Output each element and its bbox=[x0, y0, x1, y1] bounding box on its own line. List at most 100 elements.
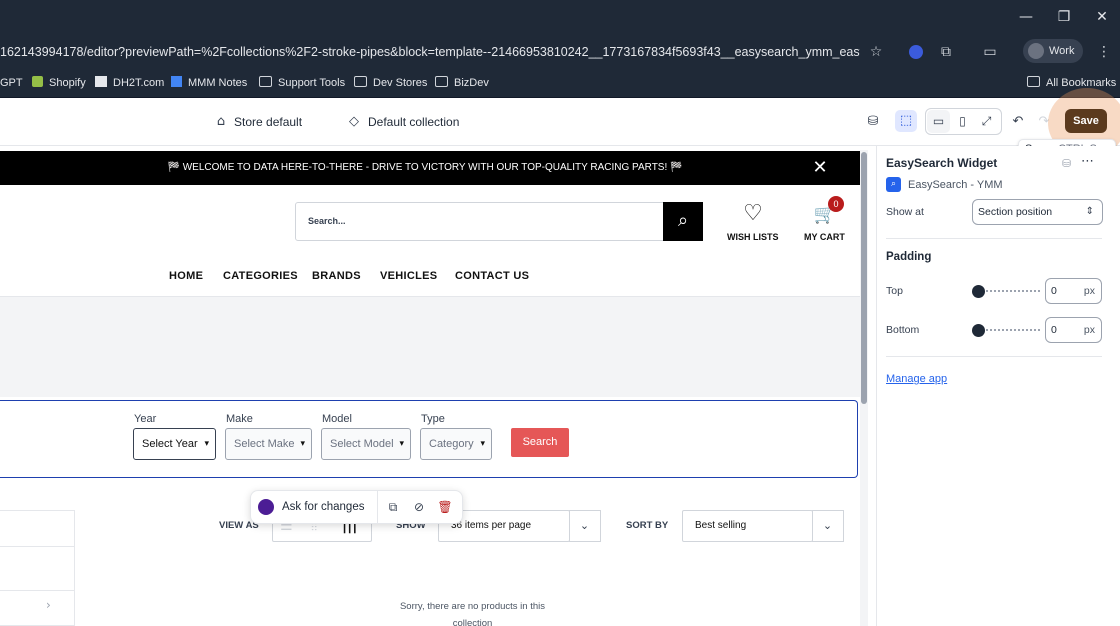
mobile-icon[interactable]: ▯ bbox=[951, 110, 974, 133]
type-label: Type bbox=[421, 413, 445, 425]
show-at-label: Show at bbox=[886, 206, 924, 218]
nav-home[interactable]: HOME bbox=[169, 270, 203, 282]
show-at-select[interactable]: Section position ⇕ bbox=[972, 199, 1103, 225]
docs-icon bbox=[171, 76, 182, 87]
save-button[interactable]: Save bbox=[1065, 109, 1107, 133]
nav-vehicles[interactable]: VEHICLES bbox=[380, 270, 437, 282]
collection-banner bbox=[0, 297, 860, 397]
chevron-down-icon[interactable]: ⌄ bbox=[812, 510, 844, 542]
chevron-down-icon[interactable]: ⌄ bbox=[569, 510, 601, 542]
type-select[interactable]: Category ▾ bbox=[420, 428, 492, 460]
year-label: Year bbox=[134, 413, 157, 425]
minimize-icon[interactable]: — bbox=[1016, 8, 1036, 26]
close-announcement-icon[interactable]: ✕ bbox=[808, 156, 832, 180]
divider bbox=[377, 490, 378, 524]
announcement-bar: 🏁 WELCOME TO DATA HERE-TO-THERE - DRIVE … bbox=[0, 151, 860, 185]
star-icon[interactable]: ☆ bbox=[866, 42, 886, 62]
sort-select[interactable]: Best selling bbox=[682, 510, 813, 542]
sort-by-label: SORT BY bbox=[626, 520, 669, 531]
app-name: EasySearch - YMM bbox=[908, 179, 1003, 191]
bookmark-dev-stores[interactable]: Dev Stores bbox=[354, 75, 427, 91]
chevron-updown-icon: ⇕ bbox=[1085, 206, 1094, 217]
bookmark-support-tools[interactable]: Support Tools bbox=[259, 75, 345, 91]
make-select[interactable]: Select Make ▾ bbox=[225, 428, 312, 460]
restore-icon[interactable]: ❐ bbox=[1054, 8, 1074, 26]
chevron-right-icon[interactable]: › bbox=[46, 598, 51, 612]
folder-icon bbox=[259, 76, 272, 87]
bottom-padding-slider-handle[interactable] bbox=[972, 324, 985, 337]
top-padding-slider-handle[interactable] bbox=[972, 285, 985, 298]
profile-label: Work bbox=[1049, 45, 1075, 57]
year-select[interactable]: Select Year ▾ bbox=[133, 428, 216, 460]
profile-chip[interactable]: Work bbox=[1023, 39, 1083, 63]
store-search-input[interactable]: Search... bbox=[295, 202, 665, 241]
bookmark-gpt[interactable]: GPT bbox=[0, 75, 23, 91]
heart-icon[interactable]: ♡ bbox=[738, 200, 768, 228]
chevron-down-icon: ▾ bbox=[399, 439, 404, 449]
bottom-padding-slider-track[interactable] bbox=[978, 329, 1040, 331]
cart-link[interactable]: MY CART bbox=[804, 232, 845, 242]
search-app-icon: ⌕ bbox=[886, 177, 901, 192]
puzzle-icon[interactable]: ⧉ bbox=[936, 42, 956, 62]
hide-icon[interactable]: ⊘ bbox=[410, 498, 428, 516]
chevron-down-icon: ▾ bbox=[480, 439, 485, 449]
store-selector[interactable]: Store default bbox=[234, 115, 302, 129]
tag-icon: ◇ bbox=[349, 114, 359, 129]
undo-icon[interactable]: ↶ bbox=[1008, 112, 1028, 132]
padding-heading: Padding bbox=[886, 251, 932, 263]
store-icon: ⌂ bbox=[216, 114, 226, 129]
top-padding-label: Top bbox=[886, 285, 903, 297]
more-options-icon[interactable]: ⋯ bbox=[1081, 154, 1094, 169]
bookmark-bizdev[interactable]: BizDev bbox=[435, 75, 489, 91]
ymm-search-button[interactable]: Search bbox=[511, 428, 569, 457]
folder-icon bbox=[1027, 76, 1040, 87]
wishlist-link[interactable]: WISH LISTS bbox=[727, 232, 779, 242]
bookmark-mmm-notes[interactable]: MMM Notes bbox=[171, 75, 247, 91]
divider bbox=[0, 546, 74, 547]
model-select[interactable]: Select Model ▾ bbox=[321, 428, 411, 460]
inspector-icon[interactable]: ⬚ bbox=[895, 110, 917, 132]
app-embed-icon[interactable]: ⛁ bbox=[863, 112, 883, 132]
nav-contact-us[interactable]: CONTACT US bbox=[455, 270, 529, 282]
bottom-padding-input[interactable]: 0 px bbox=[1045, 317, 1102, 343]
stack-icon[interactable]: ⛁ bbox=[1062, 157, 1071, 170]
filter-sidebar bbox=[0, 510, 75, 626]
make-label: Make bbox=[226, 413, 253, 425]
divider bbox=[886, 356, 1102, 357]
extension-icon[interactable] bbox=[906, 42, 926, 62]
search-icon[interactable]: ⌕ bbox=[663, 202, 703, 241]
avatar bbox=[1028, 43, 1044, 59]
url-field[interactable]: 162143994178/editor?previewPath=%2Fcolle… bbox=[0, 45, 860, 59]
folder-icon bbox=[354, 76, 367, 87]
close-window-icon[interactable]: ✕ bbox=[1092, 8, 1112, 26]
more-menu-icon[interactable]: ⋮ bbox=[1094, 42, 1114, 62]
empty-collection-message: Sorry, there are no products in this col… bbox=[399, 601, 546, 626]
collection-selector[interactable]: Default collection bbox=[368, 115, 459, 129]
panel-title: EasySearch Widget bbox=[886, 156, 998, 170]
desktop-icon[interactable]: ▭ bbox=[927, 110, 950, 133]
folder-icon bbox=[435, 76, 448, 87]
delete-icon[interactable]: 🗑 bbox=[436, 498, 454, 516]
scrollbar-thumb[interactable] bbox=[861, 152, 867, 404]
cast-icon[interactable]: ▭ bbox=[980, 42, 1000, 62]
nav-brands[interactable]: BRANDS bbox=[312, 270, 361, 282]
divider bbox=[886, 238, 1102, 239]
duplicate-icon[interactable]: ⧉ bbox=[384, 498, 402, 516]
bottom-padding-label: Bottom bbox=[886, 324, 920, 336]
manage-app-link[interactable]: Manage app bbox=[886, 373, 947, 385]
top-padding-input[interactable]: 0 px bbox=[1045, 278, 1102, 304]
all-bookmarks[interactable]: All Bookmarks bbox=[1027, 75, 1116, 91]
bookmark-dh2t[interactable]: DH2T.com bbox=[95, 75, 164, 91]
site-icon bbox=[95, 76, 107, 87]
nav-categories[interactable]: CATEGORIES bbox=[223, 270, 298, 282]
cart-count-badge: 0 bbox=[828, 196, 844, 212]
ask-for-changes-button[interactable]: Ask for changes bbox=[282, 501, 364, 513]
sidekick-icon bbox=[258, 499, 274, 515]
shopify-icon bbox=[32, 76, 43, 87]
model-label: Model bbox=[322, 413, 352, 425]
divider bbox=[0, 590, 74, 591]
fullscreen-icon[interactable]: ⤢ bbox=[975, 110, 998, 133]
bookmark-shopify[interactable]: Shopify bbox=[32, 75, 86, 91]
bookmarks-bar bbox=[0, 68, 1120, 98]
top-padding-slider-track[interactable] bbox=[978, 290, 1040, 292]
